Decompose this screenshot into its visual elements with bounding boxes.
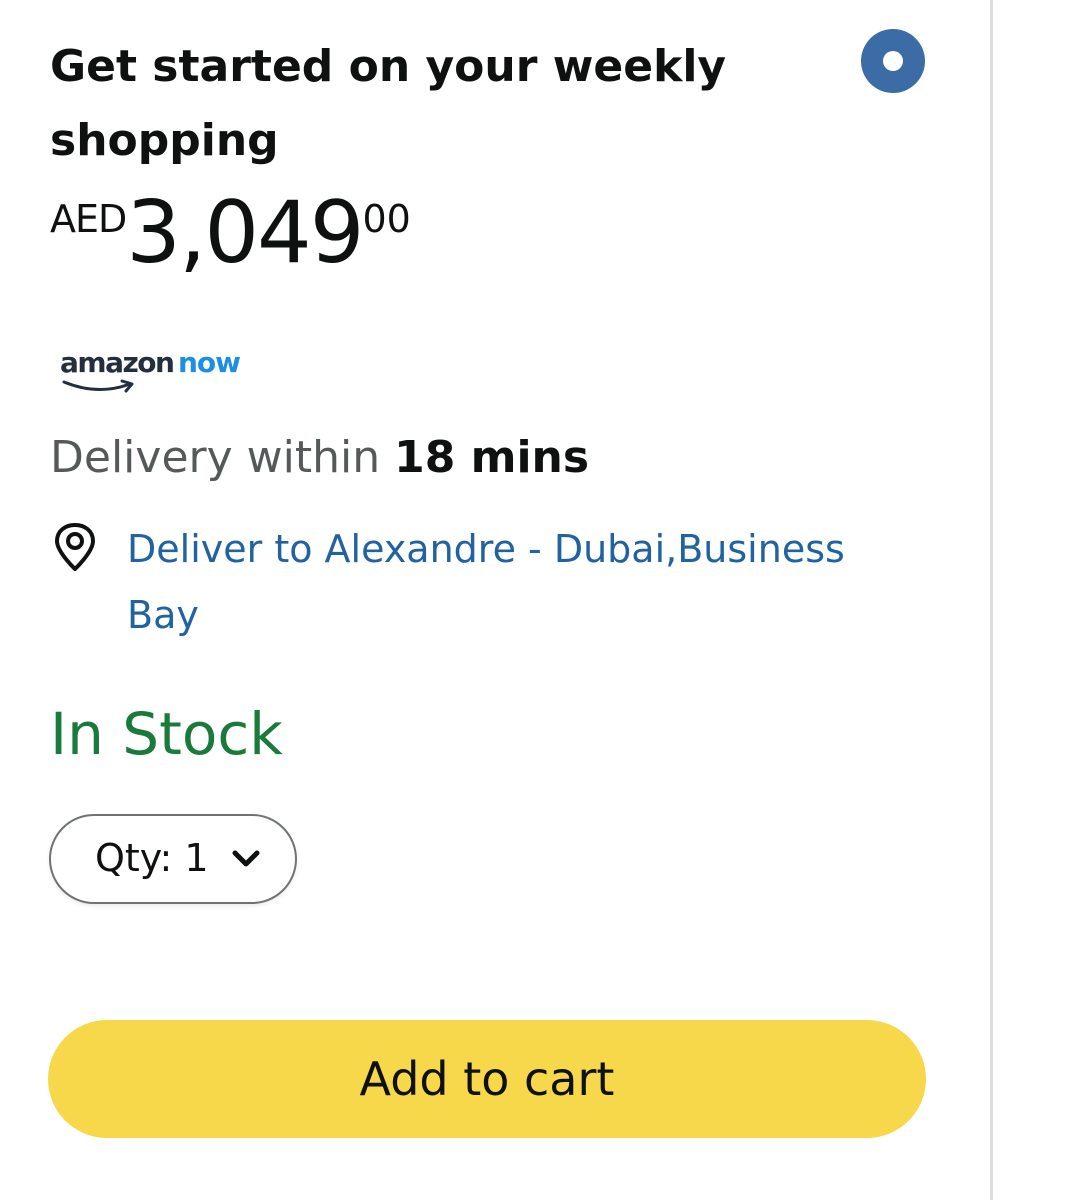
quantity-dropdown[interactable]: Qty: 1 (49, 814, 297, 904)
offer-radio-button[interactable] (861, 29, 925, 93)
logo-text-main: amazon (60, 346, 175, 379)
add-to-cart-button[interactable]: Add to cart (48, 1020, 926, 1138)
smile-arrow-icon (62, 379, 134, 393)
deliver-to-link[interactable]: Deliver to Alexandre - Dubai,Business Ba… (127, 516, 927, 648)
delivery-time: 18 mins (394, 432, 590, 483)
delivery-estimate: Delivery within 18 mins (50, 432, 589, 483)
offer-title: Get started on your weekly shopping (50, 41, 727, 166)
price-display: AED3,04900 (50, 185, 411, 285)
logo-text-accent: now (178, 346, 241, 379)
buy-box: Get started on your weekly shopping AED3… (0, 0, 1070, 1200)
price-whole: 3,049 (126, 183, 364, 283)
availability-status: In Stock (50, 700, 283, 768)
price-fraction: 00 (362, 197, 411, 241)
location-pin-icon (55, 523, 95, 571)
price-currency: AED (50, 197, 127, 241)
amazon-now-logo: amazon now (60, 346, 260, 406)
quantity-label: Qty: 1 (95, 836, 209, 880)
chevron-down-icon (232, 850, 260, 867)
panel-right-border (990, 0, 993, 1200)
radio-selected-dot (883, 51, 903, 71)
delivery-prefix: Delivery within (50, 432, 395, 483)
